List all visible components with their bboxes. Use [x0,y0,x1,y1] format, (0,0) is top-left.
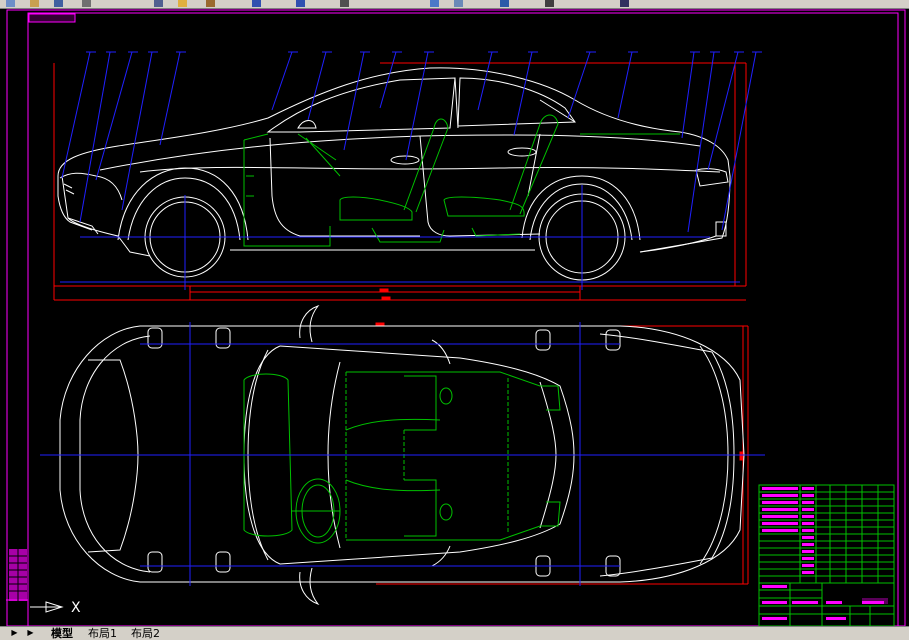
layer-icon[interactable] [500,0,509,7]
paste-icon[interactable] [206,0,215,7]
tab-layout2[interactable]: 布局2 [131,627,160,640]
save-icon[interactable] [54,0,63,7]
title-block [758,484,895,627]
tab-layout1[interactable]: 布局1 [88,627,117,640]
copy-icon[interactable] [178,0,187,7]
side-view-interior [243,114,680,247]
top-view-centerlines [40,322,765,586]
open-icon[interactable] [30,0,39,7]
print-icon[interactable] [82,0,91,7]
tab-model[interactable]: 模型 [51,627,73,640]
ucs-icon [30,601,64,613]
cut-icon[interactable] [154,0,163,7]
help-icon[interactable] [620,0,629,7]
nav-first-icon[interactable]: ▶ [9,628,20,638]
zoom-icon[interactable] [430,0,439,7]
left-stamp-block [9,549,27,601]
new-icon[interactable] [6,0,15,7]
side-view-centerlines [60,185,740,290]
side-view-dimensions [53,62,747,301]
table-icon[interactable] [545,0,554,7]
properties-icon[interactable] [454,0,463,7]
top-view-interior [243,371,561,544]
drawing-canvas[interactable]: X [0,8,909,627]
pan-icon[interactable] [340,0,349,7]
side-view-outline [57,67,731,281]
nav-prev-icon[interactable]: ▶ [25,628,36,638]
redo-icon[interactable] [296,0,305,7]
top-view-dimensions [300,322,749,585]
undo-icon[interactable] [252,0,261,7]
ucs-x-label: X [71,600,81,616]
leader-lines [61,51,757,233]
layout-tab-bar: ▶ ▶ 模型 布局1 布局2 [0,626,909,640]
